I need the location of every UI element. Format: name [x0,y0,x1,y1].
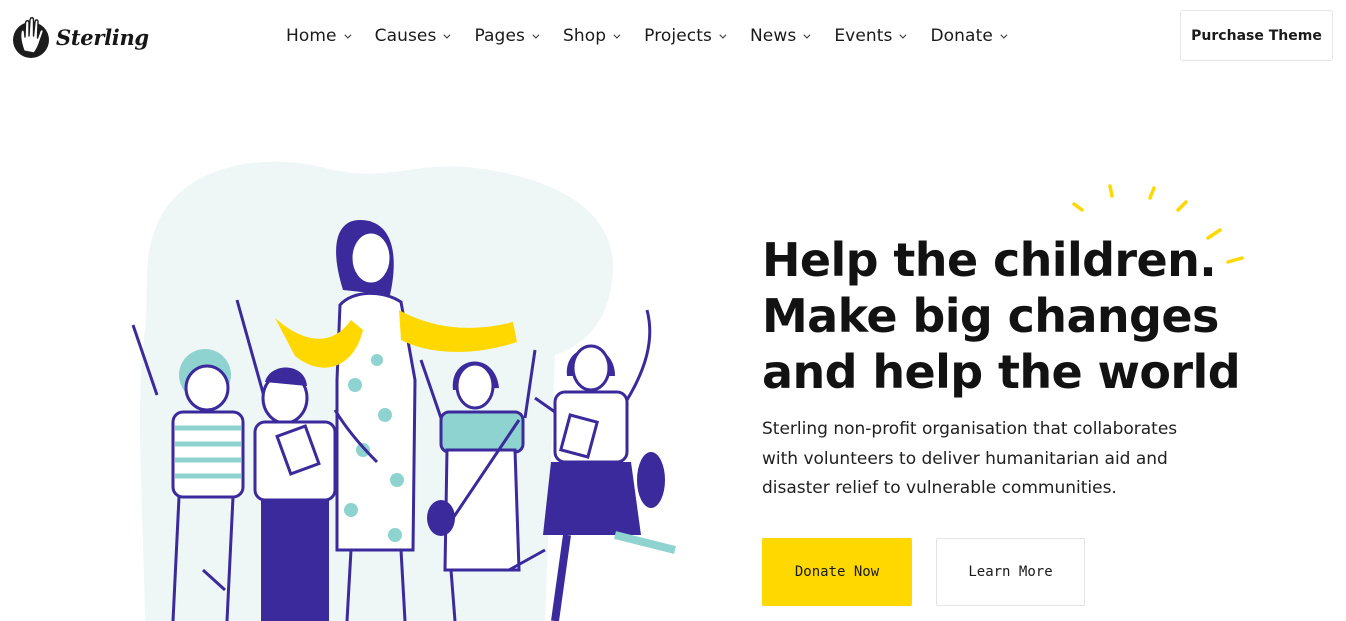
nav-item-label: News [749,26,797,46]
hero-title-line: and help the world [762,345,1241,399]
nav-item-label: Home [286,26,337,46]
nav-item-shop[interactable]: Shop [562,26,621,46]
chevron-down-icon [1000,31,1008,39]
chevron-down-icon [343,31,352,39]
chevron-down-icon [532,31,540,39]
chevron-down-icon [899,31,907,39]
brand-name: Sterling [56,24,149,50]
main-nav: Home Causes Pages Shop Projects News Eve… [286,20,1031,52]
nav-item-label: Causes [374,26,437,46]
hero-title-line: Make big changes [762,289,1219,343]
hero-description: Sterling non-profit organisation that co… [762,419,1178,498]
nav-item-label: Shop [562,26,607,46]
nav-item-pages[interactable]: Pages [474,26,540,46]
learn-more-button[interactable]: Learn More [936,538,1085,606]
hand-icon [13,17,49,58]
nav-item-news[interactable]: News [749,26,811,46]
hero-title-line: Help the children. [762,233,1217,287]
chevron-down-icon [719,31,727,39]
nav-item-causes[interactable]: Causes [374,26,451,46]
hero-title: Help the children. Make big changes and … [762,232,1322,400]
nav-item-home[interactable]: Home [286,26,352,46]
child-purple-skirt-figure [534,309,676,621]
purchase-theme-button[interactable]: Purchase Theme [1180,10,1333,61]
children-with-teacher-illustration [131,161,676,621]
nav-item-label: Projects [644,26,712,46]
chevron-down-icon [443,31,451,39]
donate-now-button[interactable]: Donate Now [762,538,912,606]
chevron-down-icon [803,31,811,39]
nav-item-label: Pages [474,26,525,46]
nav-item-events[interactable]: Events [834,26,907,46]
brand-logo[interactable]: Sterling [12,13,149,61]
nav-item-donate[interactable]: Donate [930,26,1008,46]
nav-item-label: Events [834,26,893,46]
nav-item-projects[interactable]: Projects [644,26,727,46]
nav-item-label: Donate [930,26,993,46]
chevron-down-icon [613,31,621,39]
